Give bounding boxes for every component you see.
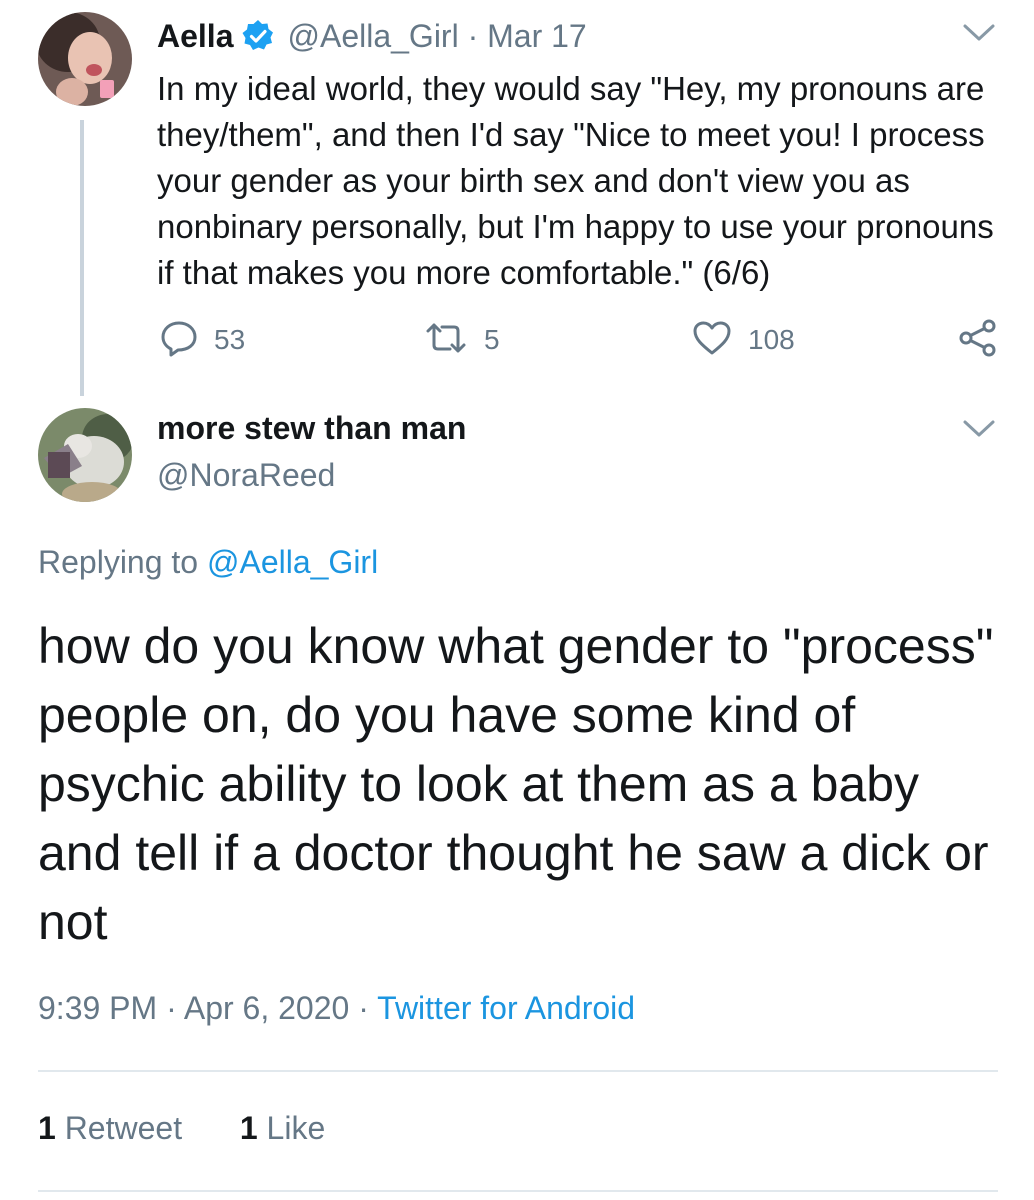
retweet-count: 5 — [484, 324, 500, 355]
meta-separator: · — [358, 990, 369, 1026]
replying-to-prefix: Replying to — [38, 544, 199, 580]
likes-count: 1 — [239, 1110, 258, 1146]
thread-connector-line — [80, 120, 84, 396]
tweet-time[interactable]: 9:39 PM — [38, 990, 157, 1026]
retweet-icon — [424, 321, 468, 360]
reply-button[interactable]: 53 — [160, 318, 245, 362]
avatar-image — [38, 408, 132, 502]
author-display-name[interactable]: Aella — [157, 18, 233, 55]
reply-count: 53 — [214, 324, 246, 355]
divider — [38, 1190, 998, 1192]
avatar-image — [38, 12, 132, 106]
tweet-date[interactable]: Mar 17 — [487, 18, 587, 54]
retweet-button[interactable]: 5 — [424, 318, 500, 362]
chevron-down-icon[interactable] — [962, 22, 996, 44]
author-handle[interactable]: @Aella_Girl — [287, 18, 458, 54]
reply-tweet-text: how do you know what gender to "process"… — [38, 618, 994, 950]
reply-author-handle[interactable]: @NoraReed — [157, 457, 335, 494]
like-icon — [692, 320, 732, 361]
reply-author-display-name[interactable]: more stew than man — [157, 410, 466, 447]
like-button[interactable]: 108 — [692, 318, 795, 362]
tweet-header: Aella @Aella_Girl · Mar 17 — [157, 14, 587, 58]
divider — [38, 1070, 998, 1072]
tweet-metadata: 9:39 PM · Apr 6, 2020 · Twitter for Andr… — [38, 990, 635, 1027]
header-separator: · — [467, 17, 479, 54]
meta-separator: · — [166, 990, 177, 1026]
engagement-stats: 1 Retweet 1 Like — [38, 1110, 325, 1147]
retweets-stat[interactable]: 1 Retweet — [38, 1110, 182, 1146]
tweet-full-date[interactable]: Apr 6, 2020 — [184, 990, 349, 1026]
reply-icon — [160, 319, 198, 362]
replying-to-mention[interactable]: @Aella_Girl — [207, 544, 378, 580]
avatar-norareed[interactable] — [38, 408, 132, 502]
likes-stat[interactable]: 1 Like — [240, 1110, 325, 1146]
avatar-aella[interactable] — [38, 12, 132, 106]
like-count: 108 — [748, 324, 795, 355]
share-button[interactable] — [958, 318, 998, 362]
tweet-text: In my ideal world, they would say "Hey, … — [157, 70, 994, 291]
retweets-label: Retweet — [64, 1110, 183, 1146]
replying-to: Replying to @Aella_Girl — [38, 544, 378, 581]
chevron-down-icon[interactable] — [962, 418, 996, 440]
tweet-source-link[interactable]: Twitter for Android — [377, 990, 635, 1026]
likes-label: Like — [266, 1110, 326, 1146]
retweets-count: 1 — [38, 1110, 56, 1146]
verified-badge-icon — [241, 19, 275, 53]
share-icon — [958, 318, 998, 363]
